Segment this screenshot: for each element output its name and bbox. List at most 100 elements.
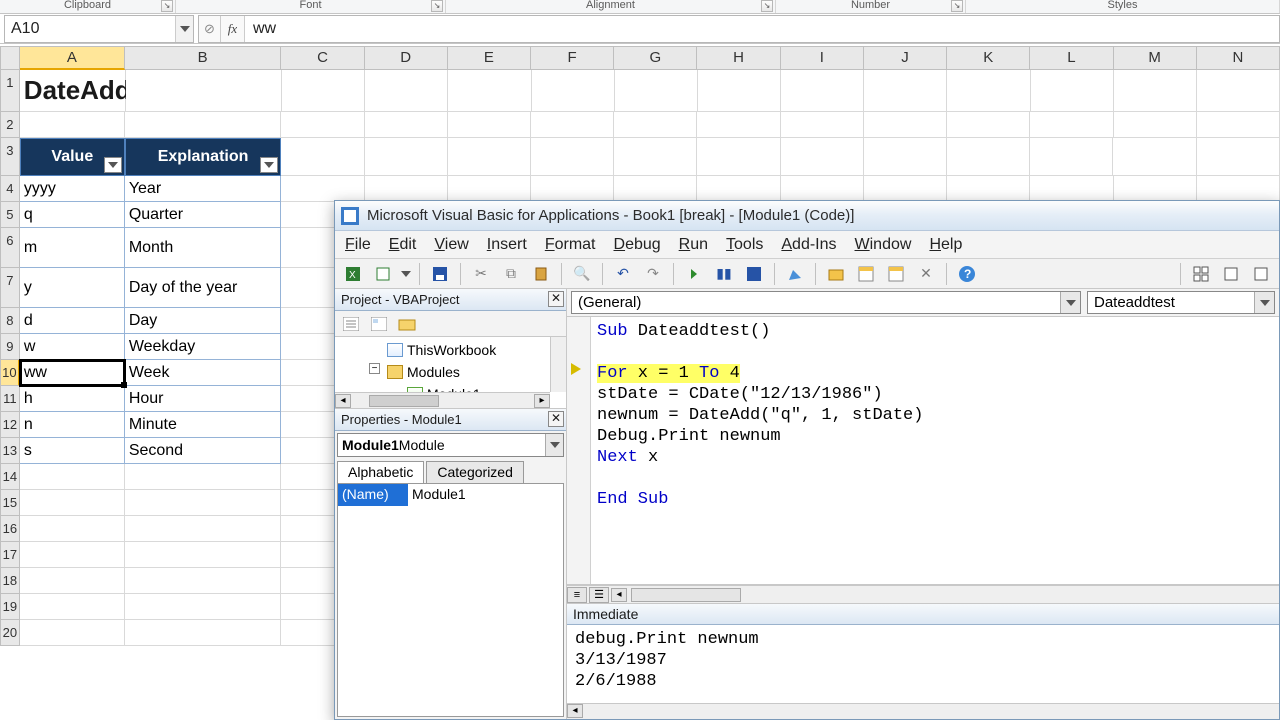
tab-alphabetic[interactable]: Alphabetic [337, 461, 424, 483]
vbe-menu-insert[interactable]: Insert [487, 236, 527, 254]
cell[interactable] [125, 516, 281, 542]
cell[interactable] [1030, 138, 1113, 176]
column-header-L[interactable]: L [1030, 46, 1113, 70]
object-combo[interactable]: (General) [571, 291, 1081, 314]
tree-vscroll[interactable] [550, 337, 566, 392]
cell[interactable]: n [20, 412, 125, 438]
reset-icon[interactable] [742, 262, 766, 286]
vbe-menu-edit[interactable]: Edit [389, 236, 417, 254]
scroll-left-icon[interactable]: ◂ [335, 394, 351, 408]
cell[interactable] [20, 490, 125, 516]
project-tree[interactable]: − ThisWorkbook Modules Module1 ◂ [335, 337, 566, 409]
run-icon[interactable] [682, 262, 706, 286]
full-module-view-icon[interactable]: ☰ [589, 587, 609, 603]
row-header[interactable]: 3 [0, 138, 20, 176]
cell[interactable] [448, 176, 531, 202]
dialog-launcher-icon[interactable]: ↘ [161, 0, 173, 12]
cell[interactable] [281, 176, 364, 202]
code-editor[interactable]: Sub Dateaddtest() For x = 1 To 4 stDate … [567, 317, 1279, 585]
cell[interactable] [781, 176, 864, 202]
cell[interactable] [281, 112, 364, 138]
tree-hscroll[interactable]: ◂ ▸ [335, 392, 550, 408]
find-icon[interactable]: 🔍 [570, 262, 594, 286]
cell[interactable]: Weekday [125, 334, 281, 360]
cell[interactable]: ww [20, 360, 125, 386]
filter-dropdown-icon[interactable] [260, 157, 278, 173]
cell[interactable]: Explanation [125, 138, 281, 176]
cell[interactable] [20, 594, 125, 620]
close-icon[interactable]: ✕ [548, 291, 564, 307]
vbe-menu-file[interactable]: File [345, 236, 371, 254]
cell[interactable] [20, 112, 125, 138]
cell[interactable] [365, 70, 448, 112]
step-into-icon[interactable] [1219, 262, 1243, 286]
column-header-J[interactable]: J [864, 46, 947, 70]
cell[interactable] [947, 138, 1030, 176]
row-header[interactable]: 13 [0, 438, 20, 464]
cell[interactable] [1197, 176, 1280, 202]
help-icon[interactable]: ? [955, 262, 979, 286]
cell[interactable] [697, 176, 780, 202]
vbe-menu-run[interactable]: Run [679, 236, 708, 254]
scroll-left-icon[interactable]: ◂ [611, 588, 627, 602]
column-header-E[interactable]: E [448, 46, 531, 70]
immediate-hscroll[interactable]: ◂ [567, 703, 1279, 719]
cell[interactable] [864, 176, 947, 202]
cell[interactable] [1030, 112, 1113, 138]
cell[interactable] [1031, 70, 1114, 112]
row-header[interactable]: 16 [0, 516, 20, 542]
dropdown-icon[interactable] [545, 434, 563, 456]
paste-icon[interactable] [529, 262, 553, 286]
cell[interactable] [781, 70, 864, 112]
vbe-menu-format[interactable]: Format [545, 236, 596, 254]
immediate-window[interactable]: debug.Print newnum 3/13/1987 2/6/1988 [567, 625, 1279, 703]
cell[interactable] [448, 70, 531, 112]
cell[interactable]: Month [125, 228, 281, 268]
toggle-folders-icon[interactable] [395, 312, 419, 336]
cell[interactable] [531, 176, 614, 202]
view-code-icon[interactable] [339, 312, 363, 336]
expander-icon[interactable]: − [369, 363, 380, 374]
cell[interactable] [20, 542, 125, 568]
row-header[interactable]: 8 [0, 308, 20, 334]
name-box[interactable]: A10 [4, 15, 194, 43]
break-icon[interactable]: ▮▮ [712, 262, 736, 286]
column-header-N[interactable]: N [1197, 46, 1280, 70]
cell[interactable]: q [20, 202, 125, 228]
undo-icon[interactable]: ↶ [611, 262, 635, 286]
cell[interactable]: Minute [125, 412, 281, 438]
vbe-title-bar[interactable]: Microsoft Visual Basic for Applications … [335, 201, 1279, 231]
vbe-menu-window[interactable]: Window [855, 236, 912, 254]
row-header[interactable]: 5 [0, 202, 20, 228]
row-header[interactable]: 7 [0, 268, 20, 308]
column-header-D[interactable]: D [365, 46, 448, 70]
cell[interactable] [282, 70, 365, 112]
select-all-corner[interactable] [0, 46, 20, 70]
dialog-launcher-icon[interactable]: ↘ [761, 0, 773, 12]
cell[interactable] [1113, 138, 1196, 176]
cell[interactable] [125, 490, 281, 516]
cell[interactable]: y [20, 268, 125, 308]
cell[interactable] [864, 70, 947, 112]
column-header-A[interactable]: A [20, 46, 125, 70]
row-header[interactable]: 11 [0, 386, 20, 412]
cell[interactable] [125, 112, 281, 138]
row-header[interactable]: 14 [0, 464, 20, 490]
cell[interactable] [698, 70, 781, 112]
save-icon[interactable] [428, 262, 452, 286]
step-over-icon[interactable] [1249, 262, 1273, 286]
code-hscroll[interactable]: ≡ ☰ ◂ [567, 585, 1279, 603]
row-header[interactable]: 1 [0, 70, 20, 112]
cell[interactable] [365, 112, 448, 138]
cell[interactable] [615, 70, 698, 112]
toolbox-icon[interactable]: ✕ [914, 262, 938, 286]
cell[interactable]: m [20, 228, 125, 268]
row-header[interactable]: 15 [0, 490, 20, 516]
scroll-left-icon[interactable]: ◂ [567, 704, 583, 718]
cell[interactable]: s [20, 438, 125, 464]
copy-icon[interactable]: ⧉ [499, 262, 523, 286]
vbe-menu-debug[interactable]: Debug [614, 236, 661, 254]
cancel-icon[interactable]: ⊘ [199, 16, 221, 42]
column-header-M[interactable]: M [1114, 46, 1197, 70]
cell[interactable]: Year [125, 176, 281, 202]
